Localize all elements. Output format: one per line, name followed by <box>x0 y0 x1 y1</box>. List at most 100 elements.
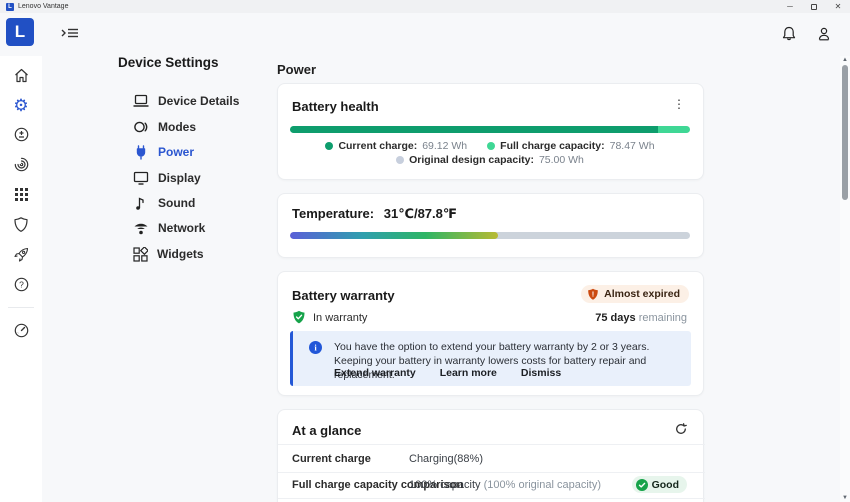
row-divider <box>278 472 705 473</box>
sidebar-item-widgets[interactable]: Widgets <box>133 244 204 264</box>
full-charge-dot-icon <box>487 142 495 150</box>
scroll-up-icon[interactable]: ▲ <box>841 57 849 63</box>
titlebar: L Lenovo Vantage ─ ✕ <box>0 0 850 13</box>
warranty-days-remaining: 75 days remaining <box>595 312 687 324</box>
app-logo[interactable]: L <box>6 18 34 46</box>
widgets-icon <box>133 247 148 262</box>
section-heading: Power <box>277 62 316 77</box>
sidebar-item-label: Network <box>158 221 205 235</box>
notifications-bell-icon[interactable] <box>780 25 798 43</box>
good-status-badge: Good <box>632 476 687 493</box>
display-icon <box>133 171 149 185</box>
restore-button[interactable] <box>802 0 826 13</box>
temperature-value: 31℃/87.8℉ <box>384 206 457 221</box>
security-shield-icon[interactable] <box>12 215 30 233</box>
capacity-value: 100% capacity <box>409 479 484 491</box>
legend-current-charge: Current charge: 69.12 Wh <box>325 140 467 152</box>
scrollbar-thumb[interactable] <box>842 65 848 200</box>
app-header: L <box>0 13 850 56</box>
battery-warranty-card: Battery warranty ! Almost expired In war… <box>277 271 704 396</box>
legend-value: 75.00 Wh <box>539 154 584 166</box>
scrollbar[interactable]: ▲ ▼ <box>840 56 850 502</box>
restore-icon <box>811 4 817 10</box>
close-button[interactable]: ✕ <box>826 0 850 13</box>
sidebar-item-modes[interactable]: Modes <box>133 117 196 137</box>
battery-current-charge-segment <box>290 126 658 133</box>
help-icon[interactable]: ? <box>12 275 30 293</box>
sidebar-item-label: Modes <box>158 120 196 134</box>
minimize-button[interactable]: ─ <box>778 0 802 13</box>
original-capacity-dot-icon <box>396 156 404 164</box>
wifi-icon <box>133 222 149 235</box>
apps-grid-icon[interactable] <box>12 185 30 203</box>
legend-value: 69.12 Wh <box>422 140 467 152</box>
sidebar-item-label: Display <box>158 171 201 185</box>
sidebar-item-label: Sound <box>158 196 195 210</box>
capacity-original: (100% original capacity) <box>484 479 601 491</box>
temperature-title: Temperature: <box>292 206 374 221</box>
page-title: Device Settings <box>118 55 219 70</box>
check-circle-icon <box>636 479 648 491</box>
legend-label: Full charge capacity: <box>500 140 604 152</box>
current-charge-dot-icon <box>325 142 333 150</box>
modes-icon <box>133 120 149 134</box>
extend-warranty-button[interactable]: Extend warranty <box>334 367 416 379</box>
collapse-menu-icon[interactable] <box>61 25 79 41</box>
card-title: Battery warranty <box>292 288 395 303</box>
settings-gear-icon[interactable]: ⚙ <box>12 96 30 114</box>
sidebar-item-display[interactable]: Display <box>133 168 201 188</box>
svg-text:!: ! <box>592 289 595 298</box>
days-suffix: remaining <box>636 312 687 324</box>
warranty-status-label: In warranty <box>313 312 367 324</box>
performance-gauge-icon[interactable] <box>12 321 30 339</box>
temperature-label: Temperature: 31℃/87.8℉ <box>292 206 457 222</box>
card-title: Battery health <box>292 99 379 114</box>
row-divider <box>278 444 705 445</box>
good-badge-label: Good <box>652 479 679 491</box>
legend-label: Current charge: <box>338 140 417 152</box>
sidebar-item-label: Device Details <box>158 94 239 108</box>
app-logo-small: L <box>6 3 14 11</box>
svg-text:?: ? <box>19 279 24 289</box>
temperature-card: Temperature: 31℃/87.8℉ <box>277 193 704 258</box>
plug-icon <box>133 145 149 160</box>
window-title: Lenovo Vantage <box>18 3 68 10</box>
legend-value: 78.47 Wh <box>610 140 655 152</box>
row-value: 100% capacity (100% original capacity) <box>409 479 601 491</box>
info-icon: i <box>309 341 322 354</box>
sidebar-item-label: Power <box>158 145 194 159</box>
warranty-status: In warranty <box>292 310 367 325</box>
at-a-glance-card: At a glance Current charge Charging(88%)… <box>277 409 704 502</box>
sidebar-item-label: Widgets <box>157 247 204 261</box>
sidebar-item-power[interactable]: Power <box>133 142 194 162</box>
home-icon[interactable] <box>12 66 30 84</box>
row-value: Charging(88%) <box>409 453 483 465</box>
legend-full-charge-capacity: Full charge capacity: 78.47 Wh <box>487 140 654 152</box>
warranty-status-badge: ! Almost expired <box>581 285 689 303</box>
scroll-down-icon[interactable]: ▼ <box>841 495 849 501</box>
battery-health-bar <box>290 126 690 133</box>
temperature-bar <box>290 232 690 239</box>
sidebar-item-device-details[interactable]: Device Details <box>133 91 239 111</box>
legend-original-design-capacity: Original design capacity: 75.00 Wh <box>396 154 584 166</box>
refresh-icon[interactable] <box>675 422 687 440</box>
temperature-fill-segment <box>290 232 498 239</box>
warranty-info-banner: i You have the option to extend your bat… <box>290 331 691 386</box>
dismiss-button[interactable]: Dismiss <box>521 367 561 379</box>
row-label: Current charge <box>292 453 371 465</box>
updates-icon[interactable] <box>12 125 30 143</box>
legend-label: Original design capacity: <box>409 154 534 166</box>
laptop-icon <box>133 94 149 108</box>
more-options-icon[interactable]: ⋮ <box>673 98 685 110</box>
warning-shield-icon: ! <box>587 288 599 301</box>
boost-rocket-icon[interactable] <box>12 245 30 263</box>
support-icon[interactable] <box>12 155 30 173</box>
battery-health-card: Battery health ⋮ Current charge: 69.12 W… <box>277 83 704 180</box>
sidebar-item-network[interactable]: Network <box>133 218 205 238</box>
sidebar-item-sound[interactable]: Sound <box>133 193 195 213</box>
account-icon[interactable] <box>815 25 833 43</box>
rail-divider <box>8 307 34 308</box>
shield-check-icon <box>292 310 306 325</box>
learn-more-button[interactable]: Learn more <box>440 367 497 379</box>
music-note-icon <box>133 196 149 211</box>
